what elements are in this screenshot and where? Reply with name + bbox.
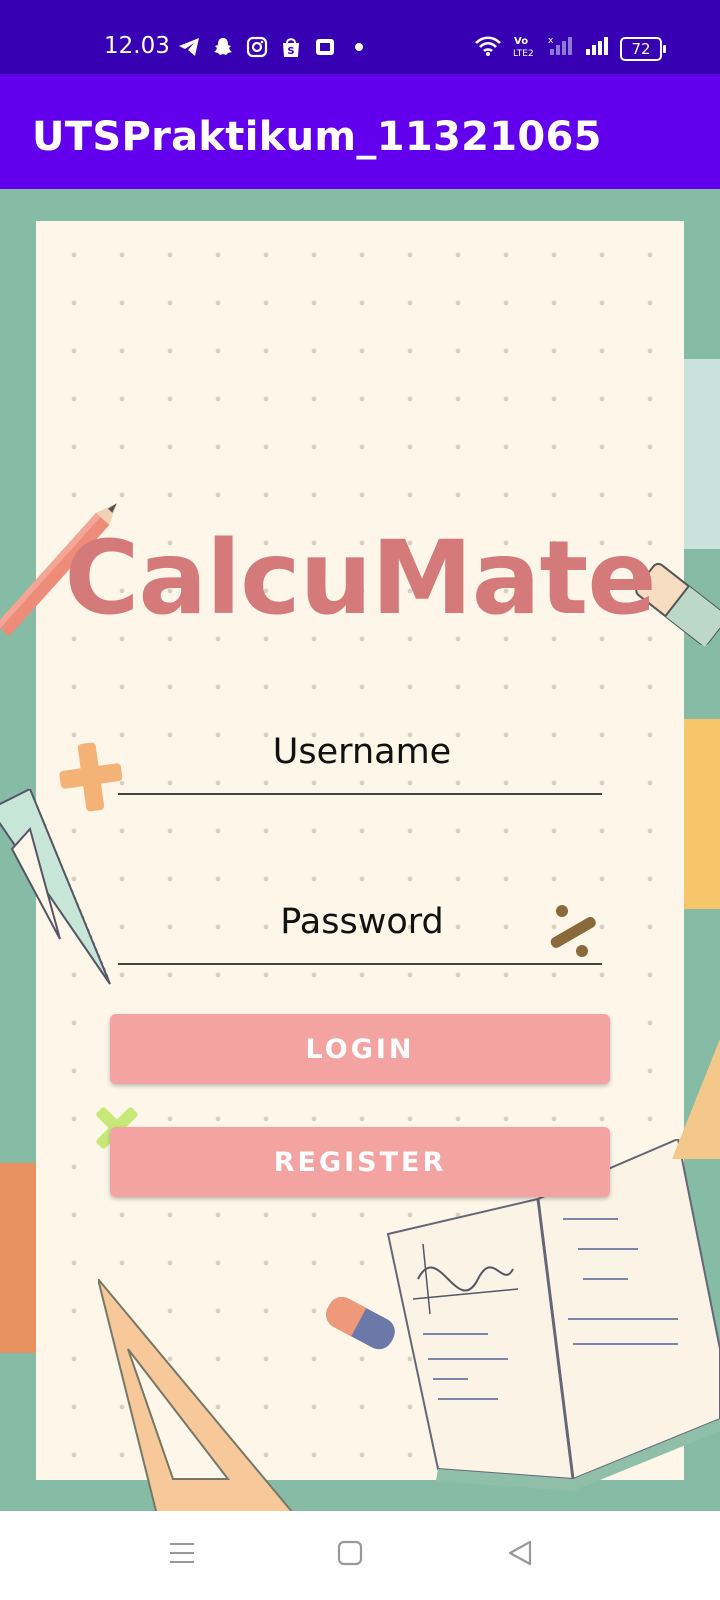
app-logo-title: CalcuMate <box>64 519 657 638</box>
app-bar: UTSPraktikum_11321065 <box>0 74 720 189</box>
wifi-icon <box>474 35 502 62</box>
navigation-bar <box>0 1511 720 1600</box>
set-square-icon <box>0 789 111 985</box>
signal-icon <box>584 35 610 62</box>
instagram-icon <box>246 36 268 58</box>
username-input[interactable] <box>118 709 606 795</box>
status-notification-icons: S <box>178 36 370 58</box>
status-system-icons: Vo LTE2 x 72 <box>474 34 666 63</box>
snapchat-icon <box>212 36 234 58</box>
username-field[interactable] <box>118 709 606 795</box>
menu-icon[interactable] <box>168 1539 196 1572</box>
battery-icon: 72 <box>620 36 666 61</box>
back-icon[interactable] <box>506 1539 534 1572</box>
app-icon <box>314 36 336 58</box>
svg-text:S: S <box>287 46 294 57</box>
dot-icon <box>348 36 370 58</box>
register-button[interactable]: REGISTER <box>110 1127 610 1197</box>
password-input[interactable] <box>118 879 606 965</box>
home-icon[interactable] <box>336 1539 364 1572</box>
ruler-triangle-icon <box>98 1279 293 1511</box>
status-time: 12.03 <box>104 33 170 59</box>
login-button[interactable]: LOGIN <box>110 1014 610 1084</box>
decor-block-yellow <box>684 719 720 909</box>
signal-icon: x <box>548 35 574 62</box>
telegram-icon <box>178 36 200 58</box>
app-title: UTSPraktikum_11321065 <box>32 114 602 160</box>
volte-icon: Vo LTE2 <box>512 34 538 63</box>
triangle-decor-icon <box>672 1039 720 1159</box>
svg-text:Vo: Vo <box>514 36 528 47</box>
status-bar: 12.03 S Vo LTE2 x 72 <box>0 0 720 74</box>
password-field[interactable] <box>118 879 606 965</box>
svg-text:LTE2: LTE2 <box>513 49 534 58</box>
svg-text:x: x <box>548 36 554 46</box>
login-background: CalcuMate LOGIN REGISTER <box>0 189 720 1511</box>
shopee-icon: S <box>280 36 302 58</box>
decor-block-orange <box>0 1163 36 1353</box>
